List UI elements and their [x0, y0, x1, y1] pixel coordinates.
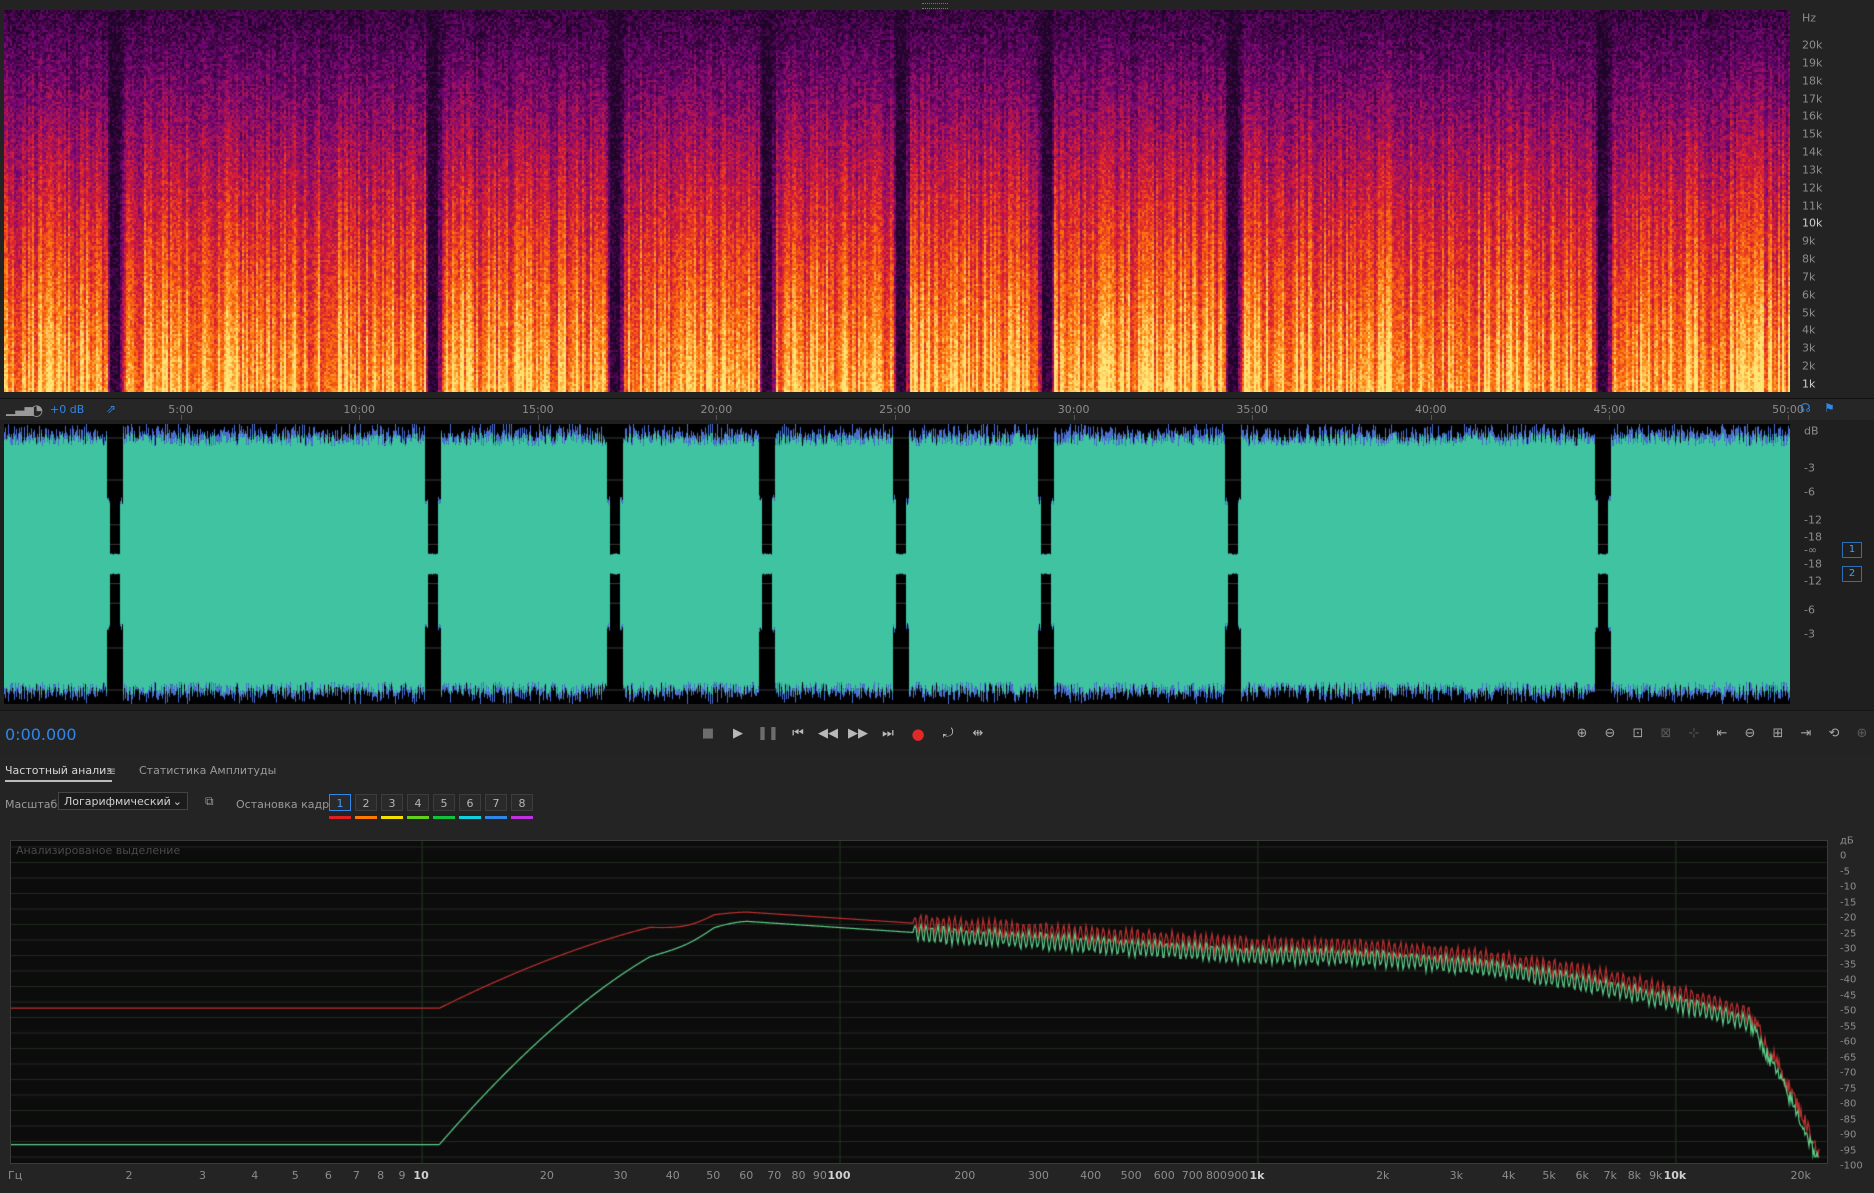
zoom-to-fit-icon[interactable]: ⊡: [1626, 723, 1650, 745]
db-label: -3: [1804, 461, 1815, 475]
db-label: -75: [1840, 1083, 1857, 1094]
hz-label: 20k: [1802, 38, 1823, 52]
db-label: -12: [1804, 574, 1822, 588]
hz-label: 8k: [1802, 252, 1816, 266]
zoom-reset-icon[interactable]: ⊹: [1682, 723, 1706, 745]
hz-label: 5k: [1802, 306, 1816, 320]
zoom-in-amplitude-icon[interactable]: ⊕: [1570, 723, 1594, 745]
db-label: -15: [1840, 897, 1857, 908]
hz-label: 9k: [1802, 234, 1816, 248]
transport-bar: 0:00.000 ■ ▶ ❚❚ ⏮ ◀◀ ▶▶ ⏭ ● ⤾ ⇹ ⊕ ⊖ ⊡ ⊠ ⊹ ⇤ ⊖ ⊞…: [0, 710, 1874, 755]
resize-grip[interactable]: [922, 3, 948, 9]
hz-label: 18k: [1802, 74, 1823, 88]
db-label: -100: [1840, 1160, 1863, 1172]
zoom-in-left-icon[interactable]: ⇤: [1710, 723, 1734, 745]
hz-label: 10k: [1802, 216, 1823, 230]
hz-label: 17k: [1802, 92, 1823, 106]
amplitude-scale: dB 1 2 -3 -6 -12 -18 -∞ -18 -12 -6 -3: [1790, 420, 1874, 710]
db-label: -60: [1840, 1036, 1857, 1048]
hz-label: 11k: [1802, 199, 1823, 213]
channel-2-button[interactable]: 2: [1842, 566, 1862, 582]
hz-label: 3k: [1802, 341, 1816, 355]
db-label: -95: [1840, 1145, 1857, 1156]
go-to-start-icon[interactable]: ⏮: [787, 723, 809, 745]
db-label: -12: [1804, 513, 1822, 527]
db-label: -∞: [1804, 543, 1818, 557]
db-label: -6: [1804, 485, 1815, 499]
db-label: -18: [1804, 557, 1822, 571]
loop-icon[interactable]: ⤾: [937, 723, 959, 745]
frequency-analysis-panel: Частотный анализ ≡ Статистика Амплитуды …: [0, 754, 1874, 1193]
spectrogram[interactable]: [4, 10, 1790, 392]
zoom-out-amplitude-icon[interactable]: ⊖: [1598, 723, 1622, 745]
spectral-display[interactable]: Hz 20k 19k 18k 17k 16k 15k 14k 13k 12k 11k 10k 9k 8k…: [0, 0, 1874, 398]
hz-label: 15k: [1802, 127, 1823, 141]
hz-label: 16k: [1802, 109, 1823, 123]
hz-label: 7k: [1802, 270, 1816, 284]
hz-label: 12k: [1802, 181, 1823, 195]
db-label: 0: [1840, 850, 1847, 862]
rewind-icon[interactable]: ◀◀: [817, 723, 839, 745]
db-label: -90: [1840, 1129, 1857, 1141]
db-label: -20: [1840, 912, 1857, 924]
timeline-ruler[interactable]: ▁▃▅ ◔ +0 dB ⇗ 5:00 10:00 15:00 20:00 25:00 30…: [0, 398, 1874, 421]
db-label: -65: [1840, 1052, 1857, 1063]
marker-icon[interactable]: ⚑: [1824, 401, 1835, 415]
db-label: -35: [1840, 959, 1857, 970]
db-axis: 0 -5 -10 -15 -20 -25 -30 -35 -40 -45 -50 -55 -60 -65 -…: [0, 754, 1874, 1193]
db-label: -3: [1804, 627, 1815, 641]
hz-label: 1k: [1802, 377, 1816, 391]
hz-unit-label: Hz: [1802, 11, 1817, 25]
go-to-end-icon[interactable]: ⏭: [877, 723, 899, 745]
channel-1-button[interactable]: 1: [1842, 542, 1862, 558]
db-label: -70: [1840, 1067, 1857, 1079]
skip-selection-icon[interactable]: ⇹: [967, 723, 989, 745]
pause-icon[interactable]: ❚❚: [757, 723, 779, 745]
time-ticks: 5:00 10:00 15:00 20:00 25:00 30:00 35:00 40:00 4…: [0, 399, 1804, 421]
zoom-selection-icon[interactable]: ⊠: [1654, 723, 1678, 745]
hz-label: 2k: [1802, 359, 1816, 373]
db-label: -25: [1840, 928, 1857, 939]
db-label: -30: [1840, 943, 1857, 955]
record-icon[interactable]: ●: [907, 723, 929, 745]
zoom-in-right-icon[interactable]: ⇥: [1794, 723, 1818, 745]
db-label: -6: [1804, 603, 1815, 617]
zoom-time-icon[interactable]: ⟲: [1822, 723, 1846, 745]
db-label: -40: [1840, 974, 1857, 986]
zoom-extra-icon[interactable]: ⊕: [1850, 723, 1874, 745]
zoom-toolbar: ⊕ ⊖ ⊡ ⊠ ⊹ ⇤ ⊖ ⊞ ⇥ ⟲ ⊕: [1560, 711, 1868, 755]
zoom-full-icon[interactable]: ⊞: [1766, 723, 1790, 745]
hz-label: 4k: [1802, 323, 1816, 337]
waveform[interactable]: [4, 424, 1790, 704]
frequency-scale: Hz 20k 19k 18k 17k 16k 15k 14k 13k 12k 11k 10k 9k 8k…: [1790, 10, 1864, 392]
db-label: -85: [1840, 1114, 1857, 1125]
timecode-display[interactable]: 0:00.000: [5, 725, 77, 744]
hz-label: 19k: [1802, 56, 1823, 70]
db-label: -5: [1840, 866, 1850, 877]
hz-label: 14k: [1802, 145, 1823, 159]
hz-label: 6k: [1802, 288, 1816, 302]
stop-icon[interactable]: ■: [697, 723, 719, 745]
db-label: -80: [1840, 1098, 1857, 1110]
db-label: -55: [1840, 1021, 1857, 1032]
hz-label: 13k: [1802, 163, 1823, 177]
play-icon[interactable]: ▶: [727, 723, 749, 745]
db-label: -10: [1840, 881, 1857, 893]
db-label: -50: [1840, 1005, 1857, 1017]
fast-forward-icon[interactable]: ▶▶: [847, 723, 869, 745]
db-unit-label: dB: [1804, 424, 1819, 438]
waveform-display[interactable]: [0, 420, 1874, 710]
db-label: -18: [1804, 530, 1822, 544]
zoom-out-icon[interactable]: ⊖: [1738, 723, 1762, 745]
db-label: -45: [1840, 990, 1857, 1001]
headphones-icon[interactable]: ☊: [1800, 401, 1811, 415]
